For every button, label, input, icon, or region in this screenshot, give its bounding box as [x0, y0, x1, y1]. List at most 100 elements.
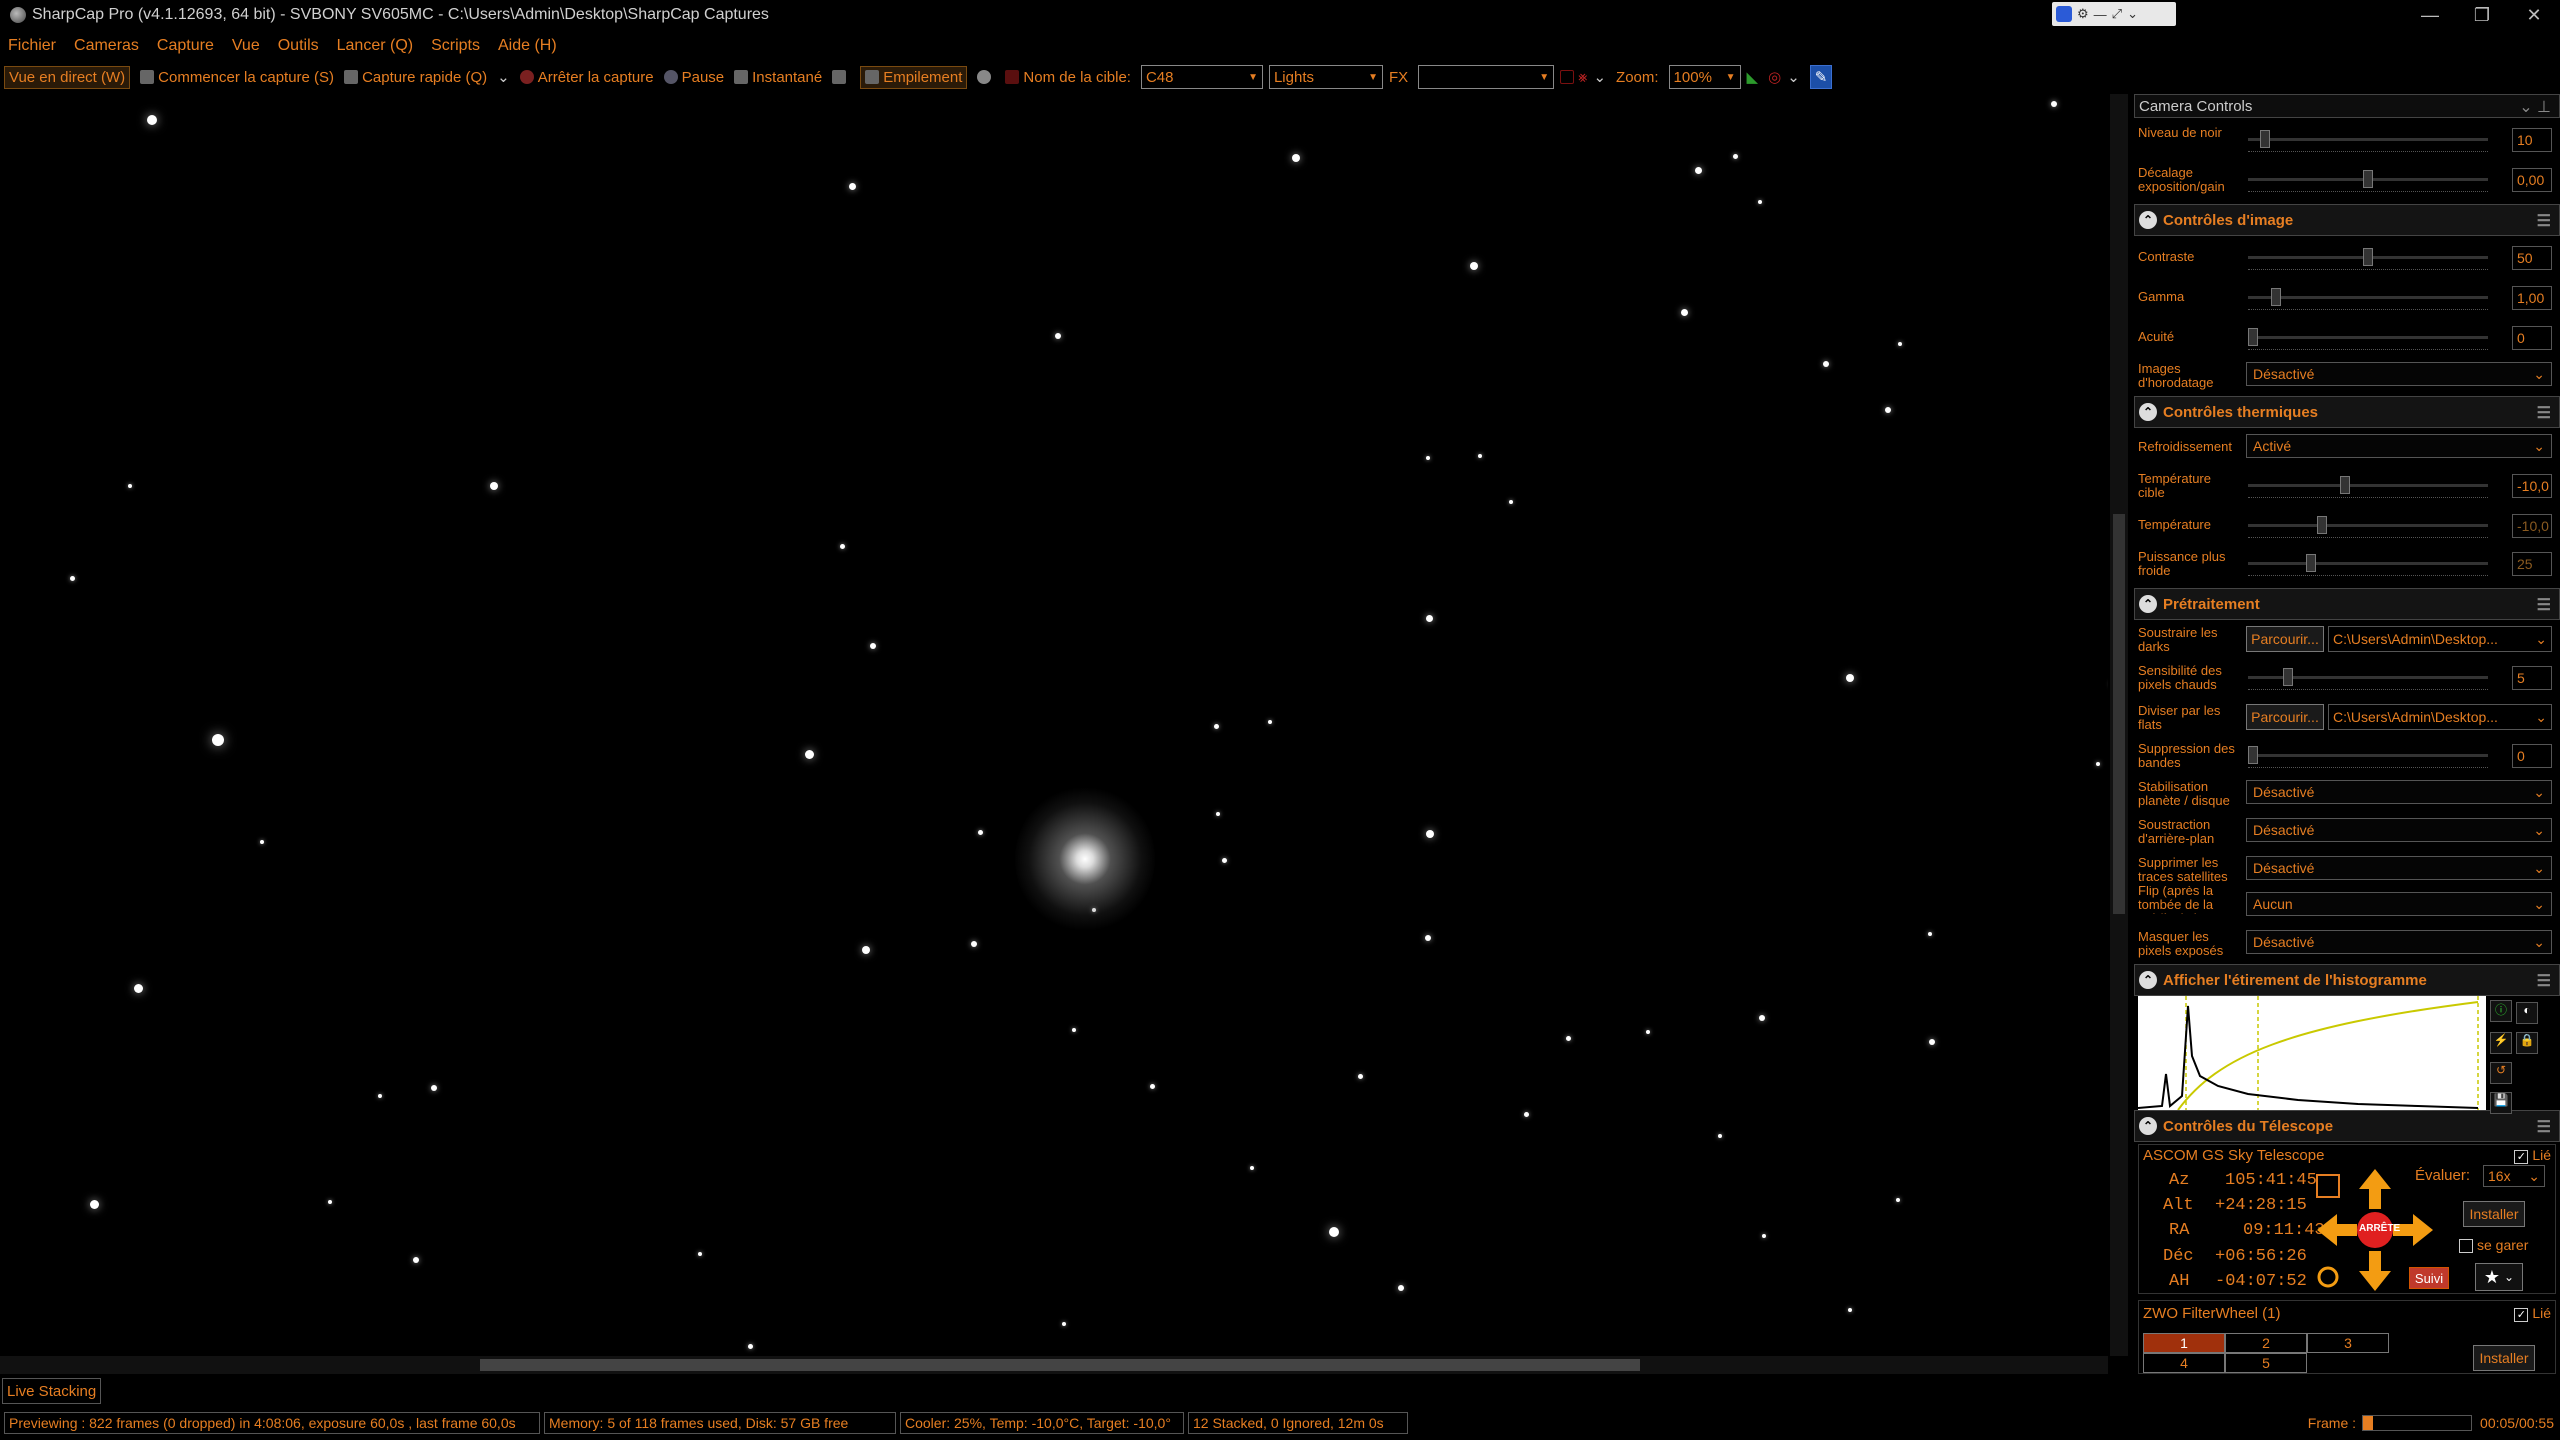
slider-knob[interactable] [2248, 746, 2258, 764]
satellite-select[interactable]: Désactivé ⌄ [2246, 856, 2552, 880]
vertical-scrollbar[interactable] [2110, 94, 2128, 1356]
info-icon[interactable]: ⓘ [2490, 1000, 2512, 1022]
remote-toolbar[interactable]: ⚙ — ⤢ ⌄ [2052, 2, 2176, 26]
scroll-thumb[interactable] [480, 1359, 1640, 1371]
scroll-thumb[interactable] [2113, 514, 2125, 914]
slider-knob[interactable] [2363, 170, 2373, 188]
close-icon[interactable]: ✕ [2508, 5, 2560, 26]
menu-tools[interactable]: Outils [278, 37, 319, 55]
target-temp-value[interactable]: -10,0 [2512, 474, 2552, 498]
west-arrow-icon[interactable] [2317, 1214, 2357, 1246]
snapshot-button[interactable]: Instantané [734, 69, 822, 86]
gamma-slider[interactable] [2248, 288, 2488, 310]
stacking-button[interactable]: Empilement [860, 65, 968, 89]
rate-select[interactable]: 16x ⌄ [2483, 1165, 2545, 1187]
menu-capture[interactable]: Capture [157, 37, 214, 55]
remote-minimize-icon[interactable]: — [2094, 7, 2107, 22]
exposure-offset-slider[interactable] [2248, 170, 2488, 192]
filter-slot-1[interactable]: 1 [2143, 1333, 2225, 1353]
menu-cameras[interactable]: Cameras [74, 37, 139, 55]
chevron-up-icon[interactable]: ⌃ [2139, 595, 2157, 613]
image-controls-header[interactable]: ⌃ Contrôles d'image ☰ [2134, 204, 2560, 236]
menu-icon[interactable]: ☰ [2537, 1117, 2551, 1137]
slider-knob[interactable] [2259, 130, 2270, 148]
menu-file[interactable]: Fichier [8, 37, 56, 55]
menu-icon[interactable]: ☰ [2537, 971, 2551, 991]
stabilization-select[interactable]: Désactivé ⌄ [2246, 780, 2552, 804]
save-icon[interactable]: 💾 [2490, 1092, 2512, 1114]
chevron-up-icon[interactable]: ⌃ [2139, 403, 2157, 421]
monitor-button[interactable] [832, 70, 850, 84]
histogram-header[interactable]: ⌃ Afficher l'étirement de l'histogramme … [2134, 964, 2560, 996]
gamma-value[interactable]: 1,00 [2512, 286, 2552, 310]
black-level-slider[interactable] [2248, 130, 2488, 152]
horizontal-scrollbar[interactable] [0, 1356, 2108, 1374]
focus-button[interactable]: ◎ ⌄ [1768, 68, 1800, 86]
reticle-button[interactable]: ⨳ ⌄ [1560, 68, 1606, 86]
sun-icon[interactable] [2317, 1266, 2339, 1288]
sharpness-value[interactable]: 0 [2512, 326, 2552, 350]
menu-launch[interactable]: Lancer (Q) [337, 37, 413, 55]
filterwheel-setup-button[interactable]: Installer [2473, 1345, 2535, 1371]
histogram-button[interactable]: ◣ [1747, 68, 1759, 86]
quick-capture-button[interactable]: Capture rapide (Q) ⌄ [344, 68, 510, 86]
histogram-graph[interactable] [2137, 996, 2486, 1111]
frame-type-select[interactable]: Lights ▼ [1268, 65, 1383, 89]
target-temp-slider[interactable] [2248, 476, 2488, 498]
target-name-select[interactable]: C48 ▼ [1140, 65, 1263, 89]
flip-select[interactable]: Aucun ⌄ [2246, 892, 2552, 916]
filter-slot-4[interactable]: 4 [2143, 1353, 2225, 1373]
restore-icon[interactable]: ❐ [2456, 5, 2508, 26]
menu-view[interactable]: Vue [232, 37, 260, 55]
browse-darks-button[interactable]: Parcourir... [2246, 626, 2324, 652]
timestamp-select[interactable]: Désactivé ⌄ [2246, 362, 2552, 386]
browse-flats-button[interactable]: Parcourir... [2246, 704, 2324, 730]
contrast-slider[interactable] [2248, 248, 2488, 270]
cooling-select[interactable]: Activé ⌄ [2246, 434, 2552, 458]
menu-scripts[interactable]: Scripts [431, 37, 480, 55]
tracking-button[interactable]: Suivi [2409, 1267, 2449, 1289]
menu-icon[interactable]: ☰ [2537, 595, 2551, 615]
slew-to-target-icon[interactable] [2316, 1174, 2340, 1198]
minimize-icon[interactable]: — [2404, 5, 2456, 26]
south-arrow-icon[interactable] [2359, 1251, 2391, 1291]
chevron-up-icon[interactable]: ⌃ [2139, 1117, 2157, 1135]
background-select[interactable]: Désactivé ⌄ [2246, 818, 2552, 842]
start-capture-button[interactable]: Commencer la capture (S) [140, 69, 334, 86]
filter-slot-3[interactable]: 3 [2307, 1333, 2389, 1353]
thermal-controls-header[interactable]: ⌃ Contrôles thermiques ☰ [2134, 396, 2560, 428]
pin-icon[interactable]: ⌄ ⊥ [2519, 97, 2551, 117]
preprocessing-header[interactable]: ⌃ Prétraitement ☰ [2134, 588, 2560, 620]
filter-slot-5[interactable]: 5 [2225, 1353, 2307, 1373]
hot-pixels-value[interactable]: 5 [2512, 666, 2552, 690]
contrast-icon[interactable]: ◐ [2516, 1002, 2538, 1024]
slider-knob[interactable] [2271, 288, 2281, 306]
telescope-linked-checkbox[interactable]: ✓ Lié [2514, 1147, 2551, 1164]
black-level-value[interactable]: 10 [2512, 128, 2552, 152]
sharpness-slider[interactable] [2248, 328, 2488, 350]
menu-icon[interactable]: ☰ [2537, 403, 2551, 423]
stop-capture-button[interactable]: Arrêter la capture [519, 69, 654, 86]
quick-capture-dropdown-icon[interactable]: ⌄ [497, 68, 510, 86]
darks-path-select[interactable]: C:\Users\Admin\Desktop... ⌄ [2328, 626, 2552, 652]
exposure-offset-value[interactable]: 0,00 [2512, 168, 2552, 192]
menu-help[interactable]: Aide (H) [498, 37, 557, 55]
hot-pixels-slider[interactable] [2248, 668, 2488, 690]
remote-chevron-icon[interactable]: ⌄ [2127, 6, 2138, 22]
contrast-value[interactable]: 50 [2512, 246, 2552, 270]
favorite-star-button[interactable]: ★ ⌄ [2475, 1263, 2523, 1291]
slider-knob[interactable] [2282, 668, 2293, 686]
filterwheel-linked-checkbox[interactable]: ✓ Lié [2514, 1305, 2551, 1322]
lock-icon[interactable]: 🔒 [2516, 1032, 2538, 1054]
chevron-up-icon[interactable]: ⌃ [2139, 971, 2157, 989]
reset-icon[interactable]: ↺ [2490, 1062, 2512, 1084]
fx-select[interactable]: ▼ [1418, 65, 1555, 89]
record-button[interactable] [977, 70, 995, 84]
live-view-button[interactable]: Vue en direct (W) [4, 65, 131, 89]
remote-settings-icon[interactable]: ⚙ [2077, 6, 2089, 22]
image-viewport[interactable] [0, 94, 2108, 1356]
auto-stretch-icon[interactable]: ⚡ [2490, 1032, 2512, 1054]
north-arrow-icon[interactable] [2359, 1169, 2391, 1209]
mask-select[interactable]: Désactivé ⌄ [2246, 930, 2552, 954]
telescope-setup-button[interactable]: Installer [2463, 1201, 2525, 1227]
